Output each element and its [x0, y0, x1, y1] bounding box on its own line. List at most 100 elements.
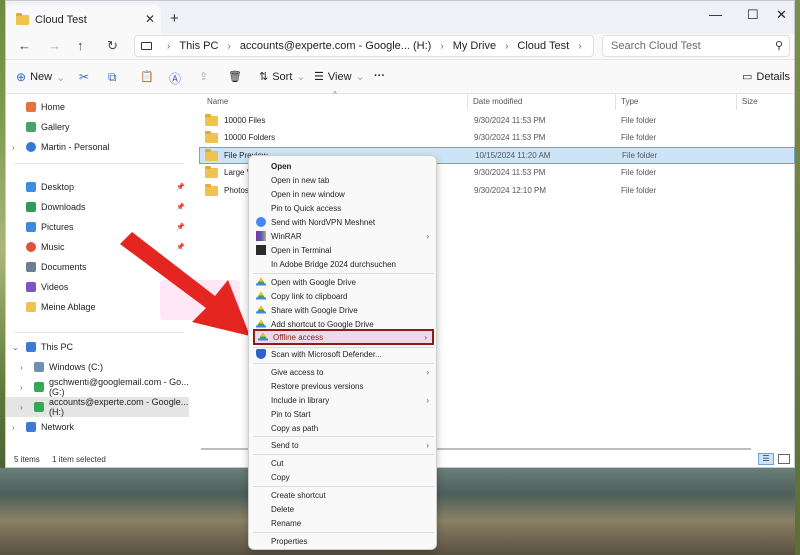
menu-item-open-new-tab[interactable]: Open in new tab	[253, 173, 434, 187]
tiles-view-icon[interactable]	[778, 454, 790, 464]
sidebar-item-label: Pictures	[41, 222, 74, 232]
chevron-right-icon[interactable]: ›	[20, 403, 23, 412]
rename-icon[interactable]: Ⓐ	[169, 70, 181, 87]
sidebar-item-label: Network	[41, 422, 75, 432]
close-button[interactable]: ✕	[776, 7, 787, 23]
menu-item-include-library[interactable]: Include in library ›	[253, 393, 434, 407]
sidebar-item-downloads[interactable]: Downloads 📌	[6, 197, 189, 217]
view-button[interactable]: ☰ View ⌄	[314, 70, 365, 84]
context-menu: Open Open in new tab Open in new window …	[248, 155, 437, 550]
divider	[14, 163, 184, 164]
menu-item-pin-start[interactable]: Pin to Start	[253, 407, 434, 421]
list-item[interactable]: 10000 Folders 9/30/2024 11:53 PM File fo…	[199, 129, 795, 146]
sidebar-item-label: gschwenti@googlemail.com - Go... (G:)	[49, 377, 189, 397]
sidebar-item-martin-personal[interactable]: › Martin - Personal	[6, 137, 189, 157]
details-view-icon[interactable]: ☰	[758, 453, 774, 465]
chevron-right-icon[interactable]: ›	[12, 423, 15, 432]
menu-item-rename[interactable]: Rename	[253, 516, 434, 530]
delete-icon[interactable]: 🗑	[228, 70, 242, 83]
breadcrumb-this-pc[interactable]: This PC	[179, 40, 218, 52]
sidebar-item-label: accounts@experte.com - Google... (H:)	[49, 397, 189, 417]
menu-item-open[interactable]: Open	[253, 159, 434, 173]
menu-item-open-terminal[interactable]: Open in Terminal	[253, 243, 434, 257]
sidebar-item-network[interactable]: › Network	[6, 417, 189, 437]
chevron-right-icon[interactable]: ›	[20, 363, 23, 372]
menu-separator	[253, 486, 434, 487]
selection-count: 1 item selected	[52, 454, 106, 464]
google-drive-icon	[258, 332, 268, 341]
new-tab-button[interactable]: +	[170, 10, 179, 27]
menu-item-copy-as-path[interactable]: Copy as path	[253, 421, 434, 435]
menu-item-send-to[interactable]: Send to ›	[253, 438, 434, 452]
cut-icon[interactable]: ✂	[79, 70, 89, 84]
sidebar-item-label: Gallery	[41, 122, 70, 132]
sidebar-item-windows-c[interactable]: › Windows (C:)	[6, 357, 189, 377]
menu-item-open-new-window[interactable]: Open in new window	[253, 187, 434, 201]
nordvpn-icon	[256, 217, 266, 227]
address-bar-row: ← → ↑ ↻ › This PC › accounts@experte.com…	[6, 34, 794, 60]
pictures-icon	[26, 222, 36, 232]
address-bar[interactable]: › This PC › accounts@experte.com - Googl…	[134, 35, 594, 57]
chevron-down-icon: ⌄	[355, 71, 365, 83]
sort-button[interactable]: ⇅ Sort ⌄	[259, 70, 306, 84]
column-header-name[interactable]: Name	[207, 97, 228, 106]
menu-item-properties[interactable]: Properties	[253, 534, 434, 548]
details-pane-icon: ▭	[742, 71, 753, 83]
menu-item-open-google-drive[interactable]: Open with Google Drive	[253, 275, 434, 289]
back-arrow-icon[interactable]: ←	[18, 38, 31, 53]
menu-item-copy-link[interactable]: Copy link to clipboard	[253, 289, 434, 303]
details-button[interactable]: ▭ Details	[742, 70, 790, 84]
menu-separator	[253, 454, 434, 455]
refresh-icon[interactable]: ↻	[107, 38, 118, 54]
menu-item-copy[interactable]: Copy	[253, 470, 434, 484]
maximize-button[interactable]: ☐	[747, 7, 759, 23]
menu-item-restore-versions[interactable]: Restore previous versions	[253, 379, 434, 393]
more-options-icon[interactable]: ···	[374, 70, 385, 82]
menu-item-pin-quick-access[interactable]: Pin to Quick access	[253, 201, 434, 215]
menu-item-cut[interactable]: Cut	[253, 456, 434, 470]
menu-item-adobe-bridge[interactable]: In Adobe Bridge 2024 durchsuchen	[253, 257, 434, 271]
column-header-type[interactable]: Type	[621, 97, 638, 106]
breadcrumb-cloud-test[interactable]: Cloud Test	[517, 40, 569, 52]
sidebar-item-home[interactable]: Home	[6, 97, 189, 117]
minimize-button[interactable]: —	[709, 7, 722, 22]
folder-icon	[205, 148, 218, 161]
menu-item-share-google-drive[interactable]: Share with Google Drive	[253, 303, 434, 317]
breadcrumb-my-drive[interactable]: My Drive	[453, 40, 496, 52]
menu-item-delete[interactable]: Delete	[253, 502, 434, 516]
menu-item-offline-access[interactable]: Offline access ›	[253, 329, 434, 345]
chevron-down-icon[interactable]: ⌄	[12, 343, 19, 352]
menu-item-create-shortcut[interactable]: Create shortcut	[253, 488, 434, 502]
new-button[interactable]: ⊕ New ⌄	[16, 70, 65, 84]
sidebar-item-desktop[interactable]: Desktop 📌	[6, 177, 189, 197]
sort-icon: ⇅	[259, 71, 269, 83]
chevron-right-icon[interactable]: ›	[12, 143, 15, 152]
column-header-size[interactable]: Size	[742, 97, 758, 106]
search-input[interactable]: Search Cloud Test ⚲	[602, 35, 790, 57]
menu-item-give-access[interactable]: Give access to ›	[253, 365, 434, 379]
tab-close-icon[interactable]: ✕	[145, 12, 155, 26]
sidebar-item-gallery[interactable]: Gallery	[6, 117, 189, 137]
tab-cloud-test[interactable]: Cloud Test ✕	[6, 5, 161, 34]
copy-icon[interactable]: ⧉	[108, 70, 117, 85]
paste-icon[interactable]: 📋	[140, 70, 154, 83]
forward-arrow-icon[interactable]: →	[48, 38, 61, 53]
file-type: File folder	[621, 133, 657, 142]
column-header-date[interactable]: Date modified	[473, 97, 522, 106]
search-icon: ⚲	[774, 40, 783, 52]
chevron-right-icon[interactable]: ›	[20, 383, 23, 392]
menu-item-winrar[interactable]: WinRAR ›	[253, 229, 434, 243]
cloud-icon	[26, 142, 36, 152]
list-item[interactable]: 10000 Files 9/30/2024 11:53 PM File fold…	[199, 112, 795, 129]
menu-item-scan-defender[interactable]: Scan with Microsoft Defender...	[253, 347, 434, 361]
menu-item-nordvpn[interactable]: Send with NordVPN Meshnet	[253, 215, 434, 229]
sidebar-item-drive-h[interactable]: › accounts@experte.com - Google... (H:)	[6, 397, 189, 417]
google-drive-icon	[256, 291, 266, 300]
sidebar-item-drive-g[interactable]: › gschwenti@googlemail.com - Go... (G:)	[6, 377, 189, 397]
folder-icon	[16, 12, 29, 25]
file-date: 9/30/2024 11:53 PM	[474, 168, 546, 177]
up-arrow-icon[interactable]: ↑	[77, 38, 84, 53]
share-icon[interactable]: ⇪	[199, 70, 208, 83]
breadcrumb-drive-h[interactable]: accounts@experte.com - Google... (H:)	[240, 40, 432, 52]
command-bar: ⊕ New ⌄ ✂ ⧉ 📋 Ⓐ ⇪ 🗑 ⇅ Sort ⌄ ☰ View ⌄ ··…	[6, 60, 794, 94]
